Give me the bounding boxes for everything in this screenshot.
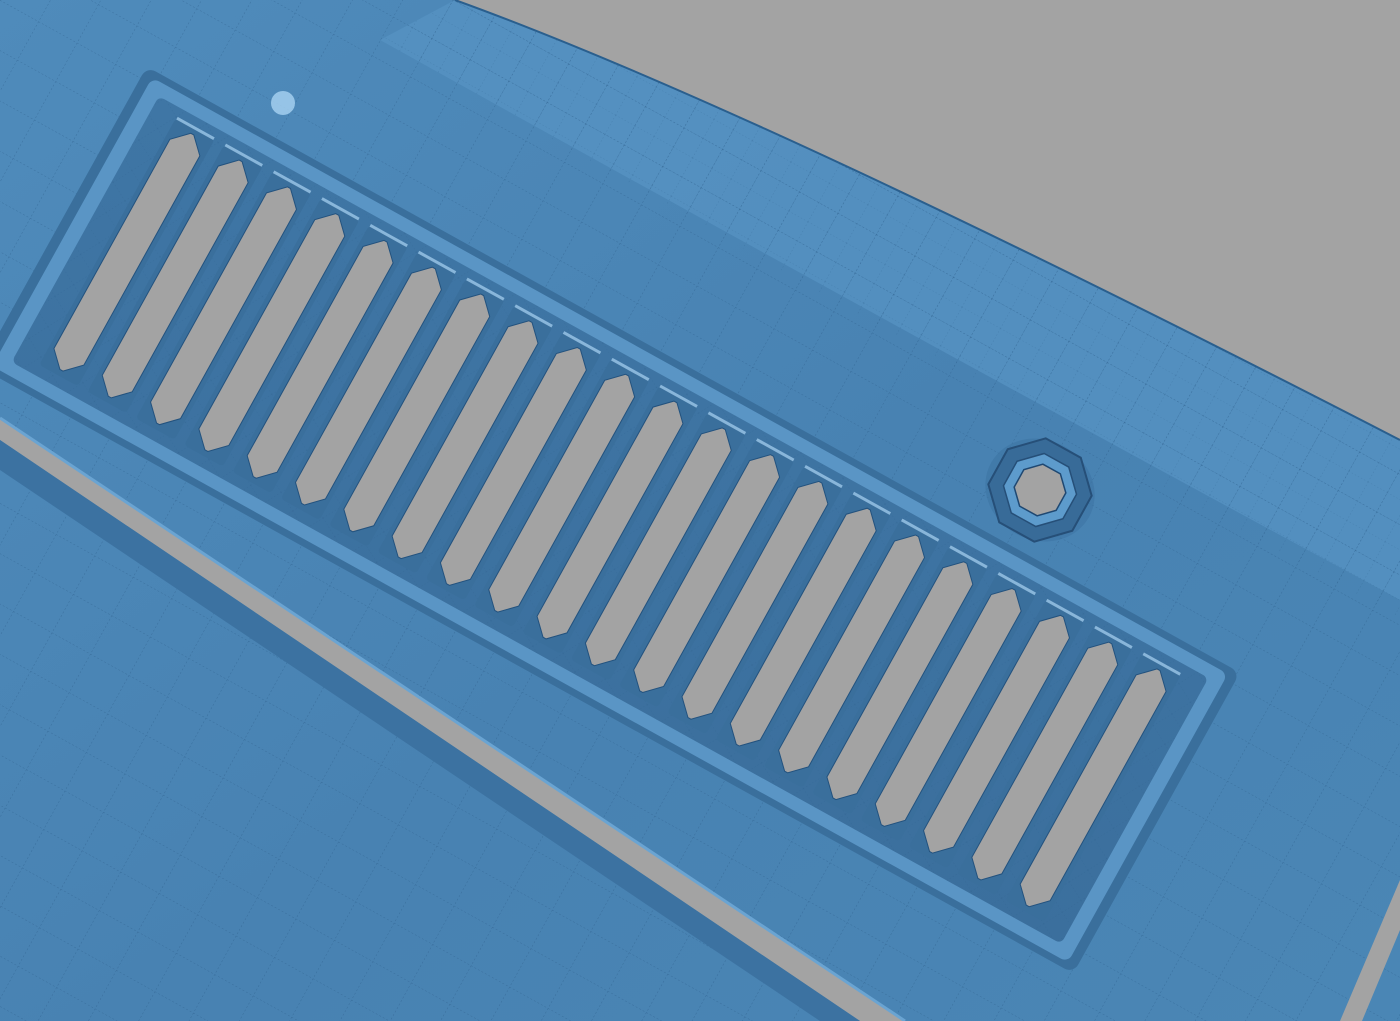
vent-corner-highlight xyxy=(271,91,295,115)
cad-viewport[interactable] xyxy=(0,0,1400,1021)
